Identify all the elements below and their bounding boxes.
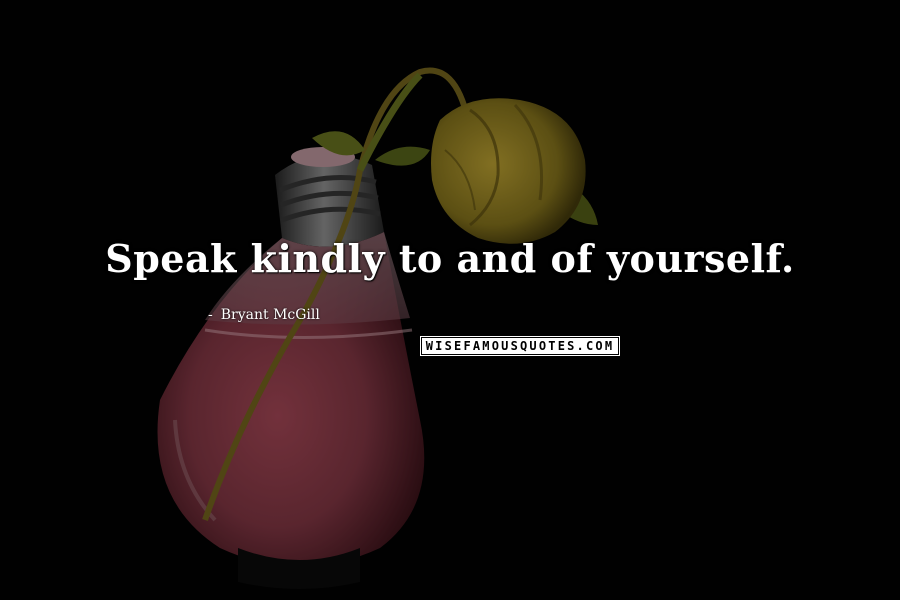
author-name: Bryant McGill <box>220 307 320 323</box>
quote-author: - Bryant McGill <box>208 307 320 323</box>
author-dash: - <box>208 307 213 323</box>
quote-text: Speak kindly to and of yourself. <box>105 236 795 281</box>
wisefamousquotes-badge: WISEFAMOUSQUOTES.COM <box>420 336 620 356</box>
bulb-rose-photo <box>0 0 900 600</box>
quote-image: Speak kindly to and of yourself. - Bryant… <box>0 0 900 600</box>
